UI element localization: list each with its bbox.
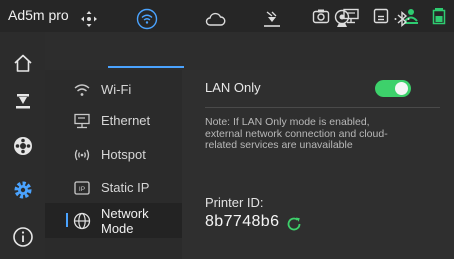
extruder-icon — [12, 91, 34, 113]
ethernet-icon — [73, 113, 91, 129]
home-icon — [12, 52, 34, 74]
lan-only-note: Note: If LAN Only mode is enabled, exter… — [205, 116, 388, 151]
printer-id-label: Printer ID: — [205, 195, 264, 210]
refresh-icon — [285, 215, 303, 233]
tab-cloud[interactable] — [183, 0, 247, 38]
settings-gear-icon — [12, 179, 34, 201]
battery-icon — [432, 7, 446, 25]
submenu-item-ethernet[interactable]: Ethernet — [45, 103, 182, 138]
info-icon — [12, 226, 34, 248]
tab-camera[interactable] — [310, 0, 374, 38]
submenu-item-label: Wi-Fi — [101, 82, 132, 97]
divider — [205, 107, 440, 108]
cloud-icon — [204, 10, 226, 28]
tab-movement[interactable] — [57, 0, 121, 38]
bluetooth-icon — [392, 9, 412, 29]
printer-id-value: 8b7748b6 — [205, 213, 280, 230]
sidebar-item-extruder[interactable] — [0, 80, 45, 124]
ip-icon: IP — [73, 180, 91, 196]
move-arrows-icon — [79, 9, 99, 29]
active-tab-indicator — [108, 66, 184, 68]
active-submenu-indicator — [66, 213, 68, 227]
tab-bluetooth[interactable] — [370, 0, 434, 38]
webcam-icon — [332, 9, 352, 29]
nozzle-heat-icon — [261, 9, 283, 29]
hotspot-icon — [73, 147, 91, 163]
toggle-knob — [395, 82, 408, 95]
sidebar-item-home[interactable] — [0, 41, 45, 85]
submenu-item-label: Network Mode — [101, 205, 149, 236]
wifi-icon — [73, 82, 91, 98]
submenu-item-hotspot[interactable]: Hotspot — [45, 137, 182, 172]
filament-spool-icon — [12, 135, 34, 157]
tab-nozzle[interactable] — [240, 0, 304, 38]
svg-text:IP: IP — [79, 186, 85, 193]
lan-only-label: LAN Only — [205, 80, 261, 95]
refresh-printer-id-button[interactable] — [285, 215, 303, 233]
submenu-item-label: Static IP — [101, 180, 150, 195]
submenu-item-wifi[interactable]: Wi-Fi — [45, 72, 182, 107]
sidebar-item-filament[interactable] — [0, 124, 45, 168]
globe-icon — [73, 212, 91, 230]
submenu-item-label: Ethernet — [101, 113, 151, 128]
sidebar-item-settings[interactable] — [0, 168, 45, 212]
tab-network[interactable] — [115, 0, 179, 38]
submenu-item-label: Hotspot — [101, 147, 146, 162]
lan-only-toggle[interactable] — [375, 80, 411, 97]
submenu-item-static-ip[interactable]: IP Static IP — [45, 170, 182, 205]
sidebar-item-info[interactable] — [0, 215, 45, 259]
wifi-signal-icon — [136, 8, 158, 30]
